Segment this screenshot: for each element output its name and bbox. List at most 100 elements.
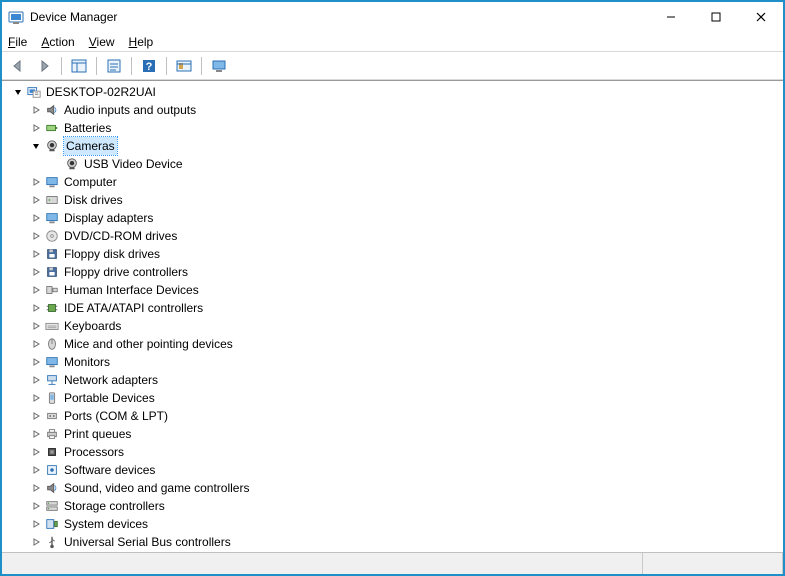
floppy-icon xyxy=(44,246,60,262)
tree-category[interactable]: Sound, video and game controllers xyxy=(4,479,783,497)
show-hide-console-tree-button[interactable] xyxy=(67,55,91,77)
chevron-right-icon[interactable] xyxy=(30,374,42,386)
tree-category[interactable]: Floppy drive controllers xyxy=(4,263,783,281)
chevron-right-icon[interactable] xyxy=(30,428,42,440)
chevron-right-icon[interactable] xyxy=(30,122,42,134)
chevron-right-icon[interactable] xyxy=(30,392,42,404)
scan-hardware-button[interactable] xyxy=(172,55,196,77)
chevron-right-icon[interactable] xyxy=(30,410,42,422)
chevron-right-icon[interactable] xyxy=(30,482,42,494)
tree-category[interactable]: Processors xyxy=(4,443,783,461)
maximize-button[interactable] xyxy=(693,2,738,32)
device-tree[interactable]: DESKTOP-02R2UAIAudio inputs and outputsB… xyxy=(2,81,783,552)
disc-icon xyxy=(44,228,60,244)
tree-category[interactable]: Ports (COM & LPT) xyxy=(4,407,783,425)
properties-button[interactable] xyxy=(102,55,126,77)
battery-icon xyxy=(44,120,60,136)
system-icon xyxy=(44,516,60,532)
chevron-right-icon[interactable] xyxy=(30,338,42,350)
chevron-right-icon[interactable] xyxy=(30,104,42,116)
webcam-icon xyxy=(64,156,80,172)
chevron-right-icon[interactable] xyxy=(30,464,42,476)
tree-category[interactable]: Display adapters xyxy=(4,209,783,227)
port-icon xyxy=(44,408,60,424)
chevron-right-icon[interactable] xyxy=(30,446,42,458)
menu-file[interactable]: File xyxy=(8,35,27,49)
chevron-right-icon[interactable] xyxy=(30,536,42,548)
window-title: Device Manager xyxy=(30,10,117,24)
tree-device[interactable]: USB Video Device xyxy=(4,155,783,173)
device-manager-icon xyxy=(8,9,24,25)
tree-category-label: Computer xyxy=(64,173,117,191)
hdd-icon xyxy=(44,192,60,208)
monitor-icon xyxy=(44,354,60,370)
tree-category[interactable]: Monitors xyxy=(4,353,783,371)
tree-category-label: Cameras xyxy=(64,137,117,155)
tree-category[interactable]: Human Interface Devices xyxy=(4,281,783,299)
tree-root-label: DESKTOP-02R2UAI xyxy=(46,83,156,101)
menu-view[interactable]: View xyxy=(89,35,115,49)
chevron-right-icon[interactable] xyxy=(30,356,42,368)
tree-category-label: Ports (COM & LPT) xyxy=(64,407,168,425)
tree-category-label: IDE ATA/ATAPI controllers xyxy=(64,299,203,317)
tree-category-label: Display adapters xyxy=(64,209,153,227)
chevron-right-icon[interactable] xyxy=(30,194,42,206)
chevron-right-icon[interactable] xyxy=(30,500,42,512)
chevron-right-icon[interactable] xyxy=(30,176,42,188)
chevron-right-icon[interactable] xyxy=(30,302,42,314)
chevron-right-icon[interactable] xyxy=(30,212,42,224)
tree-root[interactable]: DESKTOP-02R2UAI xyxy=(4,83,783,101)
tree-category-label: Portable Devices xyxy=(64,389,155,407)
tree-category[interactable]: System devices xyxy=(4,515,783,533)
tree-category-label: Sound, video and game controllers xyxy=(64,479,249,497)
tree-category[interactable]: Audio inputs and outputs xyxy=(4,101,783,119)
tree-category-label: DVD/CD-ROM drives xyxy=(64,227,177,245)
tree-category[interactable]: Disk drives xyxy=(4,191,783,209)
forward-button[interactable] xyxy=(32,55,56,77)
help-button[interactable]: ? xyxy=(137,55,161,77)
menu-help[interactable]: Help xyxy=(129,35,154,49)
tree-category[interactable]: Computer xyxy=(4,173,783,191)
printer-icon xyxy=(44,426,60,442)
chevron-down-icon[interactable] xyxy=(12,86,24,98)
back-button[interactable] xyxy=(6,55,30,77)
minimize-button[interactable] xyxy=(648,2,693,32)
chevron-right-icon[interactable] xyxy=(30,248,42,260)
tree-category[interactable]: Batteries xyxy=(4,119,783,137)
tree-category-label: Human Interface Devices xyxy=(64,281,199,299)
tree-category-label: Universal Serial Bus controllers xyxy=(64,533,231,551)
tree-category[interactable]: IDE ATA/ATAPI controllers xyxy=(4,299,783,317)
chevron-right-icon[interactable] xyxy=(30,266,42,278)
tree-category[interactable]: Print queues xyxy=(4,425,783,443)
tree-category[interactable]: DVD/CD-ROM drives xyxy=(4,227,783,245)
tree-category[interactable]: Storage controllers xyxy=(4,497,783,515)
menu-bar: File Action View Help xyxy=(2,32,783,52)
close-button[interactable] xyxy=(738,2,783,32)
portable-icon xyxy=(44,390,60,406)
tree-category[interactable]: Software devices xyxy=(4,461,783,479)
mouse-icon xyxy=(44,336,60,352)
menu-action[interactable]: Action xyxy=(41,35,74,49)
tree-category-label: Keyboards xyxy=(64,317,121,335)
chevron-right-icon[interactable] xyxy=(30,518,42,530)
tree-category-label: Storage controllers xyxy=(64,497,165,515)
chevron-down-icon[interactable] xyxy=(30,140,42,152)
tree-category[interactable]: Network adapters xyxy=(4,371,783,389)
tree-category[interactable]: Portable Devices xyxy=(4,389,783,407)
tree-category[interactable]: Mice and other pointing devices xyxy=(4,335,783,353)
software-icon xyxy=(44,462,60,478)
chevron-right-icon[interactable] xyxy=(30,230,42,242)
storage-icon xyxy=(44,498,60,514)
cpu-icon xyxy=(44,444,60,460)
chevron-right-icon[interactable] xyxy=(30,320,42,332)
computer-icon xyxy=(26,84,42,100)
speaker-icon xyxy=(44,102,60,118)
device-monitor-button[interactable] xyxy=(207,55,231,77)
tree-category[interactable]: Universal Serial Bus controllers xyxy=(4,533,783,551)
tree-category[interactable]: Floppy disk drives xyxy=(4,245,783,263)
tree-category-label: Disk drives xyxy=(64,191,123,209)
chevron-right-icon[interactable] xyxy=(30,284,42,296)
tree-category[interactable]: Keyboards xyxy=(4,317,783,335)
tree-category[interactable]: Cameras xyxy=(4,137,783,155)
tree-category-label: Network adapters xyxy=(64,371,158,389)
